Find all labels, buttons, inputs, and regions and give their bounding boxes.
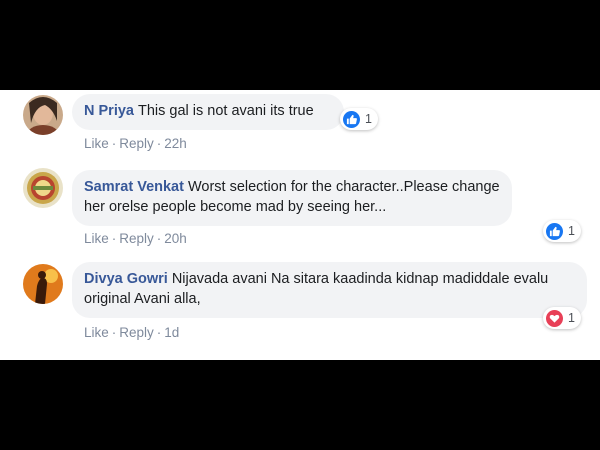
like-link[interactable]: Like	[84, 231, 109, 246]
avatar[interactable]	[23, 264, 63, 304]
comment-actions: Like · Reply · 20h	[84, 231, 187, 246]
heart-icon	[546, 309, 563, 327]
separator: ·	[111, 231, 117, 246]
reaction-count: 1	[568, 224, 575, 238]
avatar[interactable]	[23, 95, 63, 135]
comment-text: This gal is not avani its true	[137, 103, 314, 119]
comment-bubble: Divya Gowri Nijavada avani Na sitara kaad…	[72, 262, 587, 318]
reply-link[interactable]: Reply	[119, 325, 154, 340]
like-link[interactable]: Like	[84, 136, 109, 151]
reply-link[interactable]: Reply	[119, 231, 154, 246]
like-link[interactable]: Like	[84, 325, 109, 340]
comment-author[interactable]: N Priya	[84, 103, 134, 119]
comments-panel: N Priya This gal is not avani its true 1 …	[0, 90, 600, 360]
reply-link[interactable]: Reply	[119, 136, 154, 151]
comment-bubble: Samrat Venkat Worst selection for the cha…	[72, 170, 512, 226]
comment-actions: Like · Reply · 1d	[84, 325, 179, 340]
timestamp[interactable]: 20h	[164, 231, 187, 246]
separator: ·	[111, 325, 117, 340]
reaction-count: 1	[365, 112, 372, 126]
reaction-badge[interactable]: 1	[340, 108, 378, 130]
reaction-count: 1	[568, 311, 575, 325]
separator: ·	[156, 136, 162, 151]
thumbs-up-icon	[546, 222, 563, 240]
avatar[interactable]	[23, 168, 63, 208]
comment-author[interactable]: Divya Gowri	[84, 271, 168, 287]
comment-actions: Like · Reply · 22h	[84, 136, 187, 151]
comment-author[interactable]: Samrat Venkat	[84, 179, 184, 195]
reaction-badge[interactable]: 1	[543, 220, 581, 242]
timestamp[interactable]: 1d	[164, 325, 179, 340]
comment-bubble: N Priya This gal is not avani its true	[72, 94, 344, 130]
reaction-badge[interactable]: 1	[543, 307, 581, 329]
timestamp[interactable]: 22h	[164, 136, 187, 151]
separator: ·	[111, 136, 117, 151]
separator: ·	[156, 325, 162, 340]
separator: ·	[156, 231, 162, 246]
thumbs-up-icon	[343, 110, 360, 128]
